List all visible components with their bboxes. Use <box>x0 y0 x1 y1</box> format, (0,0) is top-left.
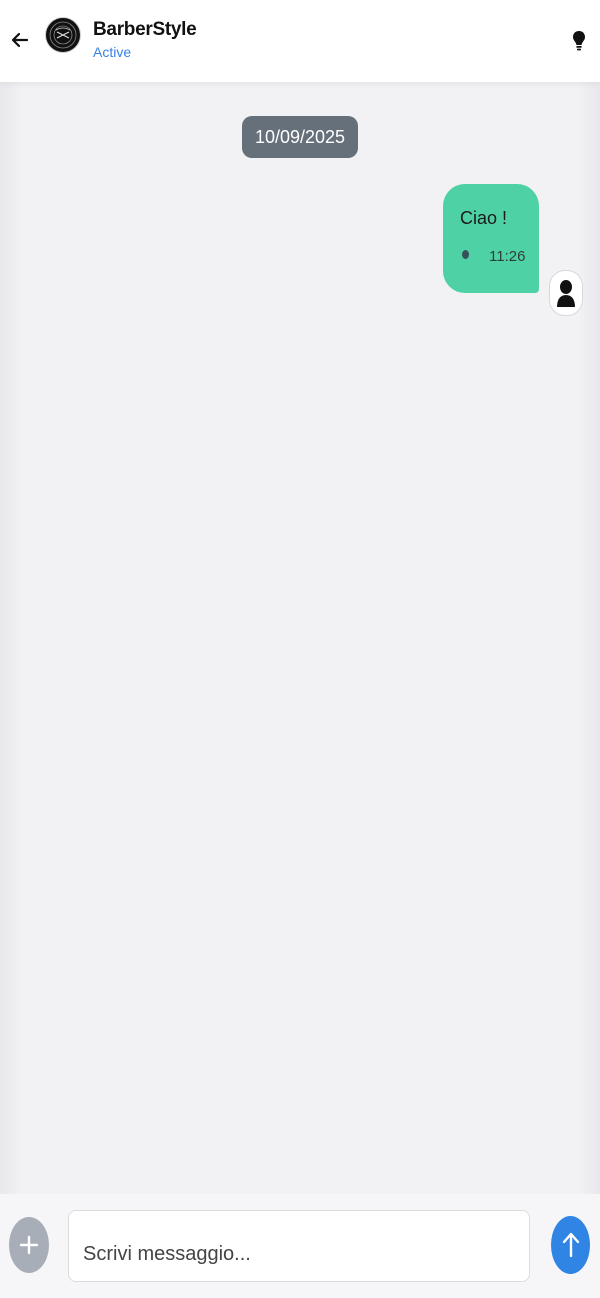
message-time: 11:26 <box>489 248 526 265</box>
chat-header: BarberStyle Active <box>0 0 600 82</box>
lightbulb-button[interactable] <box>568 28 590 54</box>
arrow-up-icon <box>562 1232 579 1258</box>
plus-icon <box>19 1235 39 1255</box>
contact-name: BarberStyle <box>93 19 197 40</box>
person-icon <box>557 280 575 307</box>
date-separator: 10/09/2025 <box>242 116 358 158</box>
back-button[interactable] <box>6 26 34 54</box>
arrow-left-icon <box>11 32 29 48</box>
message-composer <box>0 1194 600 1298</box>
user-avatar <box>549 270 583 316</box>
attach-button[interactable] <box>9 1217 49 1273</box>
chat-area[interactable]: 10/09/2025 Ciao ! 11:26 <box>0 82 600 1194</box>
barber-logo <box>47 19 79 51</box>
message-bubble[interactable]: Ciao ! 11:26 <box>443 184 539 293</box>
contact-status: Active <box>93 44 132 60</box>
lightbulb-icon <box>573 31 585 51</box>
contact-avatar[interactable] <box>45 17 81 53</box>
send-button[interactable] <box>551 1216 590 1274</box>
message-input[interactable] <box>68 1210 530 1282</box>
message-text: Ciao ! <box>460 208 508 228</box>
message-status-dot-icon <box>462 250 469 259</box>
